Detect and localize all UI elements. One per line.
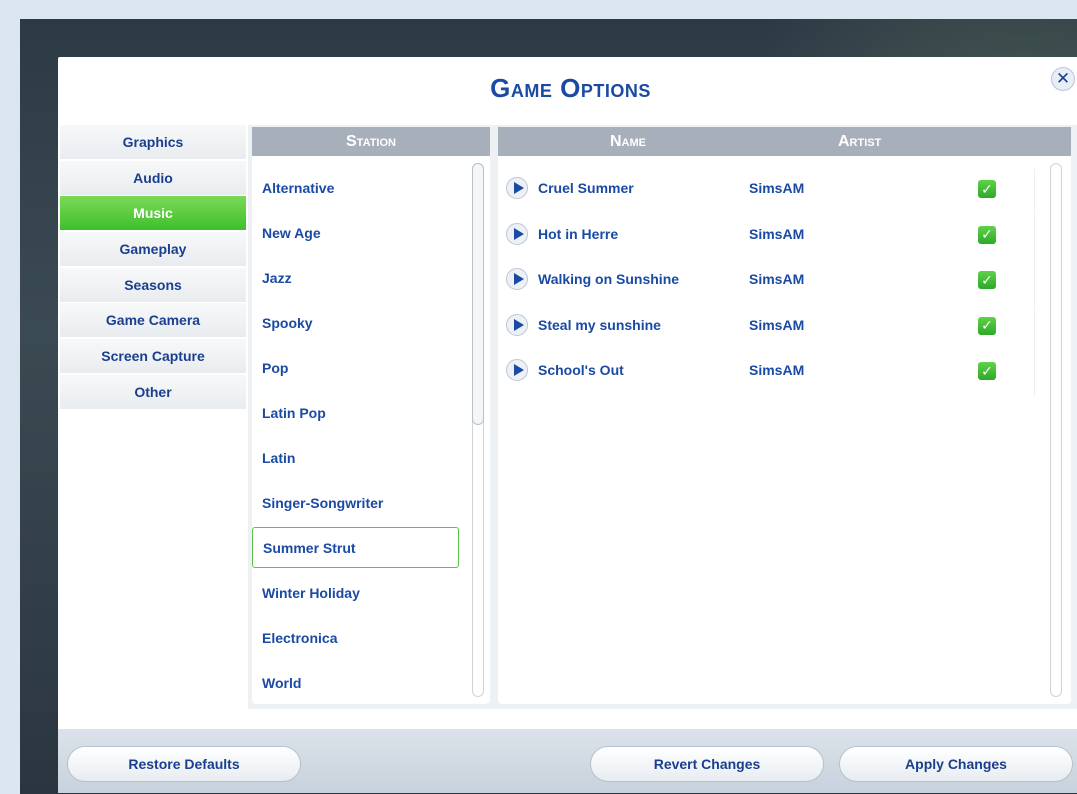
station-scroll-thumb[interactable] xyxy=(472,163,484,425)
track-list: Cruel Summer SimsAM ✓ Hot in Herre SimsA… xyxy=(506,169,1036,397)
track-artist: SimsAM xyxy=(749,362,805,378)
play-icon[interactable] xyxy=(506,177,528,199)
track-artist: SimsAM xyxy=(749,180,805,196)
station-column-header: Station xyxy=(252,127,490,156)
track-artist: SimsAM xyxy=(749,271,805,287)
restore-defaults-button[interactable]: Restore Defaults xyxy=(67,746,301,782)
tracks-scrollbar[interactable] xyxy=(1050,163,1062,697)
station-item-new-age[interactable]: New Age xyxy=(252,210,462,255)
background-scene: Game Options ✕ Graphics Audio Music Game… xyxy=(20,19,1077,794)
game-options-dialog: Game Options ✕ Graphics Audio Music Game… xyxy=(58,57,1077,793)
station-item-latin[interactable]: Latin xyxy=(252,435,462,480)
nav-item-game-camera[interactable]: Game Camera xyxy=(60,303,246,338)
track-name: Hot in Herre xyxy=(538,225,619,242)
check-icon[interactable]: ✓ xyxy=(978,271,996,289)
station-list: Alternative New Age Jazz Spooky Pop Lati… xyxy=(252,165,462,705)
station-item-spooky[interactable]: Spooky xyxy=(252,300,462,345)
check-icon[interactable]: ✓ xyxy=(978,180,996,198)
track-row: Cruel Summer SimsAM ✓ xyxy=(506,169,1036,215)
options-nav: Graphics Audio Music Gameplay Seasons Ga… xyxy=(60,125,246,411)
track-row: Walking on Sunshine SimsAM ✓ xyxy=(506,260,1036,306)
track-row: School's Out SimsAM ✓ xyxy=(506,351,1036,397)
nav-item-seasons[interactable]: Seasons xyxy=(60,267,246,302)
nav-item-graphics[interactable]: Graphics xyxy=(60,125,246,159)
track-name: Steal my sunshine xyxy=(538,316,661,333)
station-item-electronica[interactable]: Electronica xyxy=(252,615,462,660)
station-scrollbar[interactable] xyxy=(472,163,484,697)
close-icon: ✕ xyxy=(1055,69,1071,88)
row-divider xyxy=(1034,214,1035,260)
play-icon[interactable] xyxy=(506,222,528,245)
track-name: Cruel Summer xyxy=(538,180,634,196)
station-item-latin-pop[interactable]: Latin Pop xyxy=(252,390,462,435)
nav-item-audio[interactable]: Audio xyxy=(60,160,246,195)
play-icon[interactable] xyxy=(506,268,528,290)
track-name: School's Out xyxy=(538,362,624,378)
nav-item-screen-capture[interactable]: Screen Capture xyxy=(60,339,246,374)
track-name: Walking on Sunshine xyxy=(538,271,680,287)
station-item-jazz[interactable]: Jazz xyxy=(252,255,462,300)
check-icon[interactable]: ✓ xyxy=(978,316,996,335)
row-divider xyxy=(1034,305,1035,351)
check-icon[interactable]: ✓ xyxy=(978,225,996,244)
close-button[interactable]: ✕ xyxy=(1051,67,1075,91)
station-item-singer-songwriter[interactable]: Singer-Songwriter xyxy=(252,480,462,525)
station-item-world[interactable]: World xyxy=(252,660,462,705)
apply-changes-button[interactable]: Apply Changes xyxy=(839,746,1073,782)
station-item-winter-holiday[interactable]: Winter Holiday xyxy=(252,570,462,615)
track-artist: SimsAM xyxy=(749,316,805,333)
dialog-footer: Restore Defaults Revert Changes Apply Ch… xyxy=(58,729,1077,793)
row-divider xyxy=(1034,169,1035,214)
name-column-header: Name xyxy=(610,132,646,150)
play-icon[interactable] xyxy=(506,359,528,381)
dialog-title: Game Options xyxy=(490,73,651,103)
nav-item-other[interactable]: Other xyxy=(60,374,246,409)
track-artist: SimsAM xyxy=(749,225,805,242)
nav-item-music[interactable]: Music xyxy=(60,196,246,231)
revert-changes-button[interactable]: Revert Changes xyxy=(590,746,824,782)
track-row: Steal my sunshine SimsAM ✓ xyxy=(506,305,1036,352)
station-item-pop[interactable]: Pop xyxy=(252,345,462,390)
station-item-alternative[interactable]: Alternative xyxy=(252,165,462,210)
nav-item-gameplay[interactable]: Gameplay xyxy=(60,232,246,267)
row-divider xyxy=(1034,351,1035,396)
tracks-column-header: Name Artist xyxy=(498,127,1071,156)
artist-column-header: Artist xyxy=(838,132,882,150)
station-item-summer-strut[interactable]: Summer Strut xyxy=(252,527,459,568)
row-divider xyxy=(1034,260,1035,305)
play-icon[interactable] xyxy=(506,313,528,336)
check-icon[interactable]: ✓ xyxy=(978,362,996,380)
track-row: Hot in Herre SimsAM ✓ xyxy=(506,214,1036,261)
